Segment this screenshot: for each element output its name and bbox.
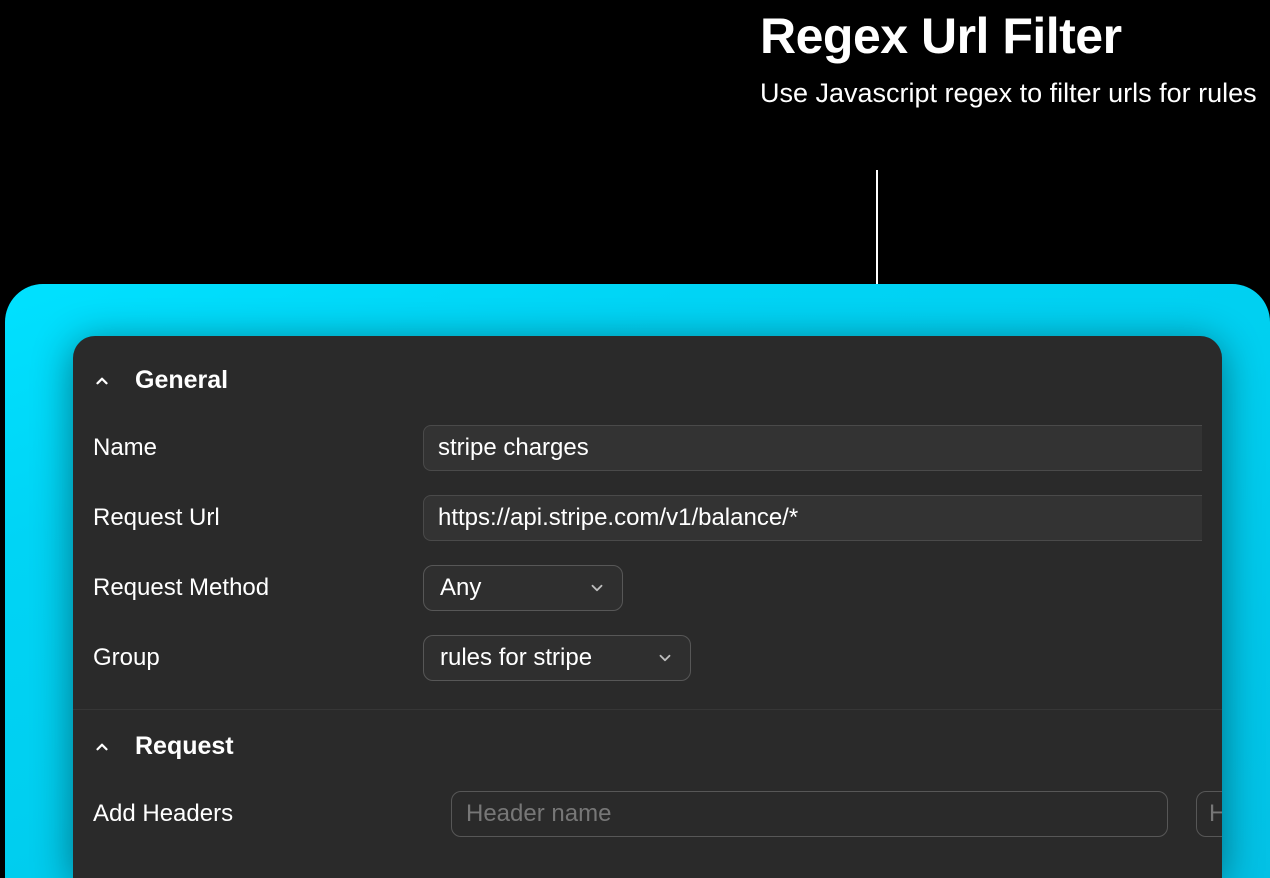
section-header-request[interactable]: Request bbox=[73, 709, 1222, 779]
select-group-value: rules for stripe bbox=[440, 644, 592, 672]
row-name: Name bbox=[73, 413, 1222, 483]
label-request-url: Request Url bbox=[93, 504, 423, 532]
feature-callout: Regex Url Filter Use Javascript regex to… bbox=[760, 10, 1260, 111]
chevron-up-icon bbox=[93, 738, 111, 756]
label-group: Group bbox=[93, 644, 423, 672]
section-header-general[interactable]: General bbox=[73, 360, 1222, 413]
section-title-request: Request bbox=[135, 732, 234, 761]
input-header-name[interactable] bbox=[451, 791, 1168, 837]
label-name: Name bbox=[93, 434, 423, 462]
section-title-general: General bbox=[135, 366, 228, 395]
input-name[interactable] bbox=[423, 425, 1202, 471]
row-add-headers: Add Headers He bbox=[73, 779, 1222, 849]
input-request-url[interactable] bbox=[423, 495, 1202, 541]
chevron-down-icon bbox=[656, 649, 674, 667]
panel-gradient-frame: General Name Request Url Request Method … bbox=[5, 284, 1270, 878]
feature-subtitle: Use Javascript regex to filter urls for … bbox=[760, 75, 1260, 111]
select-group[interactable]: rules for stripe bbox=[423, 635, 691, 681]
row-request-url: Request Url bbox=[73, 483, 1222, 553]
settings-panel: General Name Request Url Request Method … bbox=[73, 336, 1222, 878]
input-header-value-cutoff[interactable]: He bbox=[1196, 791, 1222, 837]
row-request-method: Request Method Any bbox=[73, 553, 1222, 623]
label-request-method: Request Method bbox=[93, 574, 423, 602]
feature-title: Regex Url Filter bbox=[760, 10, 1260, 63]
select-request-method[interactable]: Any bbox=[423, 565, 623, 611]
row-group: Group rules for stripe bbox=[73, 623, 1222, 693]
chevron-up-icon bbox=[93, 372, 111, 390]
chevron-down-icon bbox=[588, 579, 606, 597]
label-add-headers: Add Headers bbox=[93, 800, 423, 828]
select-request-method-value: Any bbox=[440, 574, 481, 602]
